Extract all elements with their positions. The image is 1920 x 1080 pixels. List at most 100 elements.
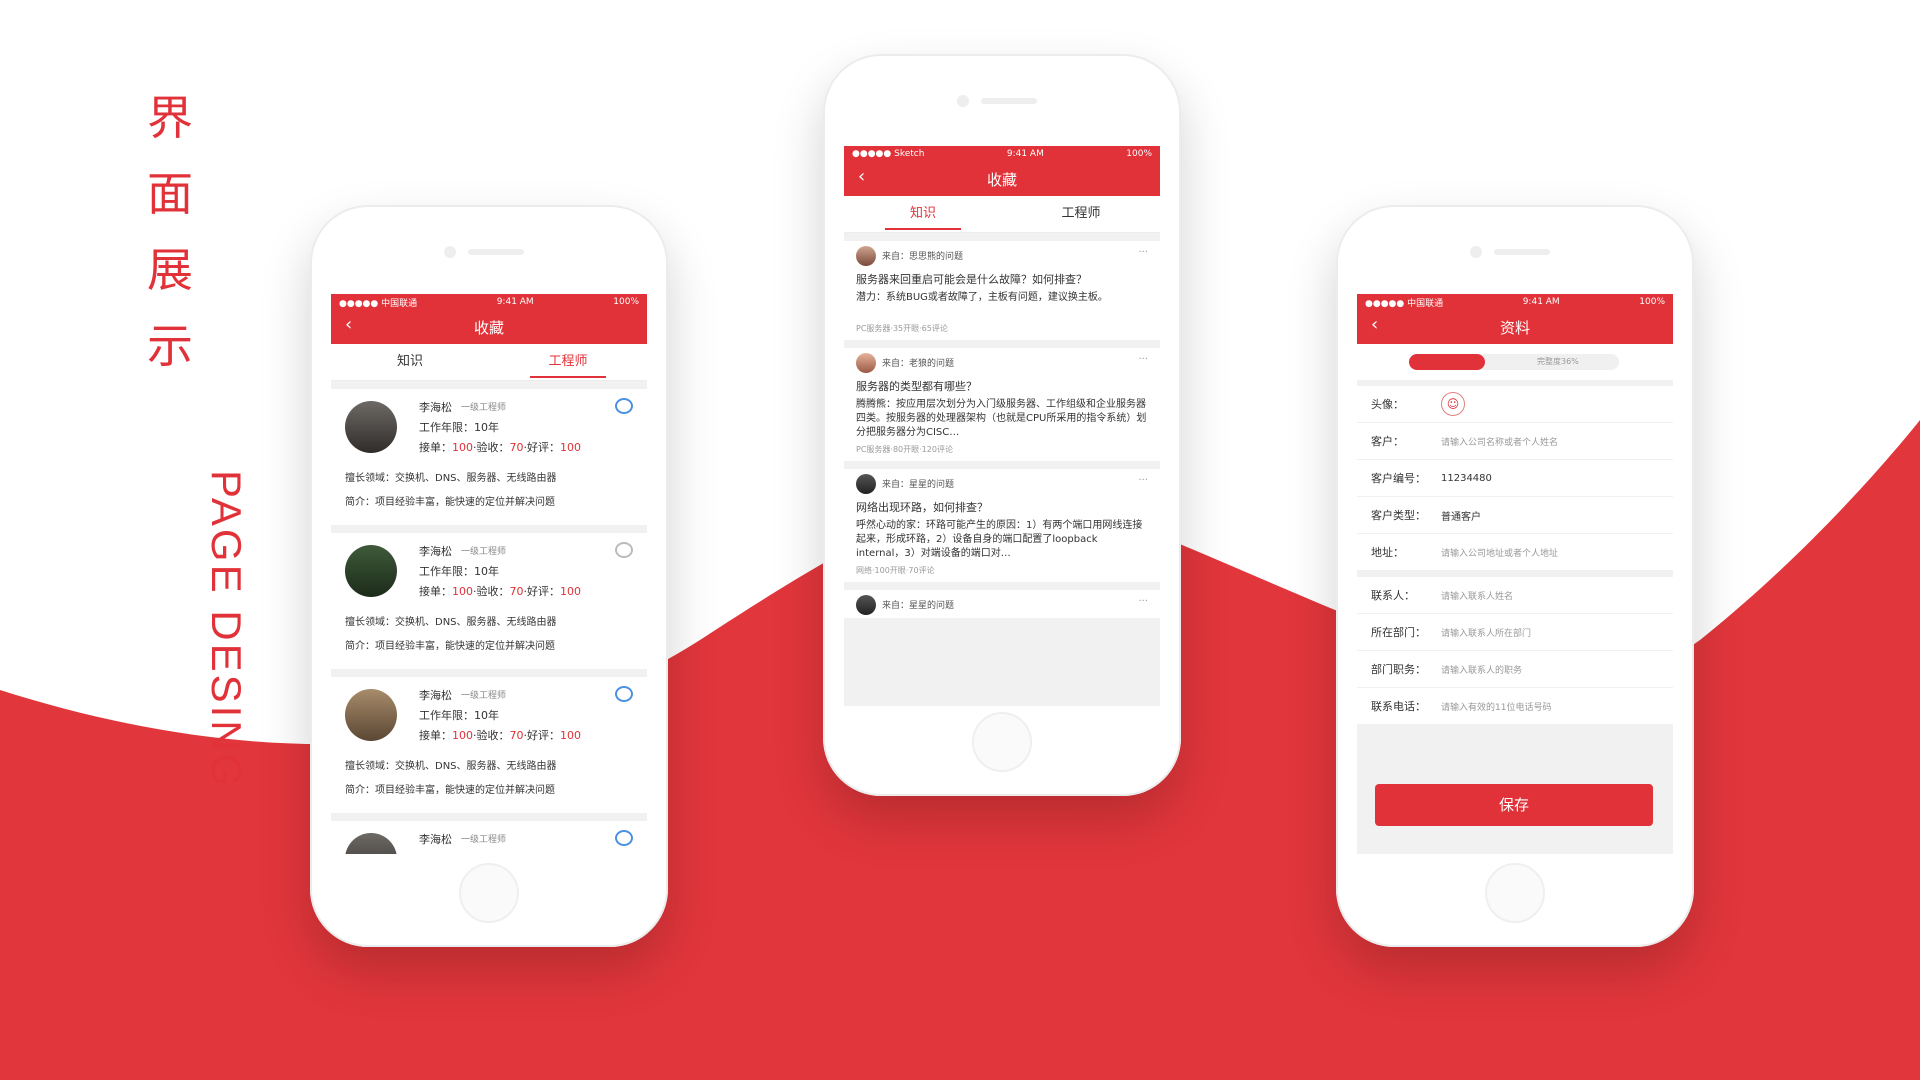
engineer-level: 一级工程师: [461, 691, 507, 701]
avatar: [856, 353, 876, 373]
contact-name-input[interactable]: 请输入联系人姓名: [1441, 589, 1513, 602]
engineer-intro: 简介：项目经验丰富，能快速的定位并解决问题: [345, 641, 555, 652]
post-header: 来自：思思熊的问题 ···: [844, 241, 1160, 269]
form-row-position[interactable]: 部门职务： 请输入联系人的职务: [1357, 651, 1673, 688]
engineer-card[interactable]: 李海松 一级工程师 工作年限：10年 接单：100·验收：70·好评：100 擅…: [331, 677, 647, 813]
title-cn-char: 界: [147, 91, 193, 145]
avatar[interactable]: ☺: [1441, 392, 1465, 416]
accept-value: 70: [509, 729, 524, 742]
form-row-customer-type[interactable]: 客户类型： 普通客户: [1357, 497, 1673, 534]
form-row-contact-name[interactable]: 联系人： 请输入联系人姓名: [1357, 577, 1673, 614]
engineer-card[interactable]: 李海松 一级工程师 工作年限：10年 接单：100·验收：70·好评：100 擅…: [331, 533, 647, 669]
carrier-label: ●●●●● 中国联通: [1365, 298, 1444, 309]
department-input[interactable]: 请输入联系人所在部门: [1441, 626, 1531, 639]
avatar: [856, 246, 876, 266]
nav-title: 资料: [1499, 318, 1530, 337]
orders-label: 接单：: [419, 585, 452, 598]
carrier-label: ●●●●● Sketch: [852, 149, 925, 159]
phone-profile: ●●●●● 中国联通 9:41 AM 100% ‹ 资料 完整度36% 头像： …: [1336, 205, 1694, 947]
status-time: 9:41 AM: [1006, 149, 1044, 159]
chevron-left-icon[interactable]: ‹: [858, 166, 865, 187]
tab-knowledge[interactable]: 知识: [331, 344, 489, 380]
chat-icon[interactable]: [615, 686, 633, 702]
engineer-years: 工作年限：10年: [419, 421, 499, 434]
engineer-years: 工作年限：10年: [419, 565, 499, 578]
post-card[interactable]: 来自：星星的问题 ··· 网络出现环路，如何排查？ 呼然心动的家：环路可能产生的…: [844, 469, 1160, 582]
customer-input[interactable]: 请输入公司名称或者个人姓名: [1441, 435, 1558, 448]
chat-icon[interactable]: [615, 398, 633, 414]
good-label: ·好评：: [523, 729, 561, 742]
engineer-stats: 接单：100·验收：70·好评：100: [419, 727, 581, 743]
form-row-department[interactable]: 所在部门： 请输入联系人所在部门: [1357, 614, 1673, 651]
nav-bar: ‹ 收藏: [331, 310, 647, 344]
form-row-avatar[interactable]: 头像： ☺: [1357, 386, 1673, 423]
phone-camera: [957, 95, 969, 107]
chevron-left-icon[interactable]: ‹: [345, 314, 352, 335]
home-button[interactable]: [972, 712, 1032, 772]
engineer-card[interactable]: 李海松 一级工程师: [331, 821, 647, 854]
more-icon[interactable]: ···: [1138, 247, 1148, 258]
completion-progress: 完整度36%: [1357, 344, 1673, 380]
customer-id-value[interactable]: 11234480: [1441, 473, 1492, 484]
nav-title: 收藏: [473, 318, 504, 337]
status-bar: ●●●●● Sketch 9:41 AM 100%: [844, 146, 1160, 162]
tab-engineers[interactable]: 工程师: [1002, 196, 1160, 232]
post-card[interactable]: 来自：思思熊的问题 ··· 服务器来回重启可能会是什么故障？如何排查？ 潜力：系…: [844, 241, 1160, 340]
more-icon[interactable]: ···: [1138, 354, 1148, 365]
more-icon[interactable]: ···: [1138, 475, 1148, 486]
field-label: 客户：: [1371, 435, 1404, 448]
engineer-card[interactable]: 李海松 一级工程师 工作年限：10年 接单：100·验收：70·好评：100 擅…: [331, 389, 647, 525]
page-title: 界 面 展 示 PAGE DESING: [140, 80, 250, 790]
tab-knowledge[interactable]: 知识: [844, 196, 1002, 232]
phone-camera: [1470, 246, 1482, 258]
field-label: 地址：: [1371, 546, 1404, 559]
more-icon[interactable]: ···: [1138, 596, 1148, 607]
nav-bar: ‹ 资料: [1357, 310, 1673, 344]
position-input[interactable]: 请输入联系人的职务: [1441, 663, 1522, 676]
post-source: 来自：星星的问题: [882, 480, 955, 490]
phone-input[interactable]: 请输入有效的11位电话号码: [1441, 700, 1551, 713]
post-title: 网络出现环路，如何排查？: [856, 501, 988, 514]
accept-label: ·验收：: [473, 441, 510, 454]
customer-type-value[interactable]: 普通客户: [1441, 508, 1481, 523]
post-source: 来自：思思熊的问题: [882, 252, 964, 262]
accept-label: ·验收：: [473, 585, 510, 598]
avatar: [856, 474, 876, 494]
home-button[interactable]: [1485, 863, 1545, 923]
chat-icon[interactable]: [615, 542, 633, 558]
address-input[interactable]: 请输入公司地址或者个人地址: [1441, 546, 1558, 559]
form-row-customer-id[interactable]: 客户编号： 11234480: [1357, 460, 1673, 497]
phone-speaker: [1494, 249, 1550, 255]
form-row-phone[interactable]: 联系电话： 请输入有效的11位电话号码: [1357, 688, 1673, 725]
field-label: 客户编号：: [1371, 472, 1426, 485]
accept-value: 70: [509, 585, 524, 598]
accept-value: 70: [509, 441, 524, 454]
post-excerpt: 潜力：系统BUG或者故障了，主板有问题，建议换主板。: [856, 292, 1108, 303]
save-button[interactable]: 保存: [1375, 784, 1653, 826]
phone-speaker: [468, 249, 524, 255]
post-header: 来自：老狼的问题 ···: [844, 348, 1160, 376]
tab-engineers[interactable]: 工程师: [489, 344, 647, 380]
post-card[interactable]: 来自：老狼的问题 ··· 服务器的类型都有哪些？ 腾腾熊：按应用层次划分为入门级…: [844, 348, 1160, 461]
orders-value: 100: [452, 729, 473, 742]
phone-favorites-engineers: ●●●●● 中国联通 9:41 AM 100% ‹ 收藏 知识 工程师 李海松 …: [310, 205, 668, 947]
engineer-field: 擅长领域：交换机、DNS、服务器、无线路由器: [345, 473, 557, 484]
chevron-left-icon[interactable]: ‹: [1371, 314, 1378, 335]
chat-icon[interactable]: [615, 830, 633, 846]
orders-label: 接单：: [419, 441, 452, 454]
engineer-field: 擅长领域：交换机、DNS、服务器、无线路由器: [345, 617, 557, 628]
engineer-name: 李海松: [419, 833, 452, 846]
home-button[interactable]: [459, 863, 519, 923]
tab-bar: 知识 工程师: [331, 344, 647, 381]
avatar: [856, 595, 876, 615]
title-cn-char: 面: [147, 167, 193, 221]
field-label: 联系人：: [1371, 589, 1415, 602]
form-row-customer[interactable]: 客户： 请输入公司名称或者个人姓名: [1357, 423, 1673, 460]
status-bar: ●●●●● 中国联通 9:41 AM 100%: [331, 294, 647, 310]
field-label: 所在部门：: [1371, 626, 1426, 639]
engineer-level: 一级工程师: [461, 403, 507, 413]
form-row-address[interactable]: 地址： 请输入公司地址或者个人地址: [1357, 534, 1673, 571]
post-card[interactable]: 来自：星星的问题 ···: [844, 590, 1160, 618]
status-bar: ●●●●● 中国联通 9:41 AM 100%: [1357, 294, 1673, 310]
form-group-contact: 联系人： 请输入联系人姓名 所在部门： 请输入联系人所在部门 部门职务： 请输入…: [1357, 577, 1673, 725]
